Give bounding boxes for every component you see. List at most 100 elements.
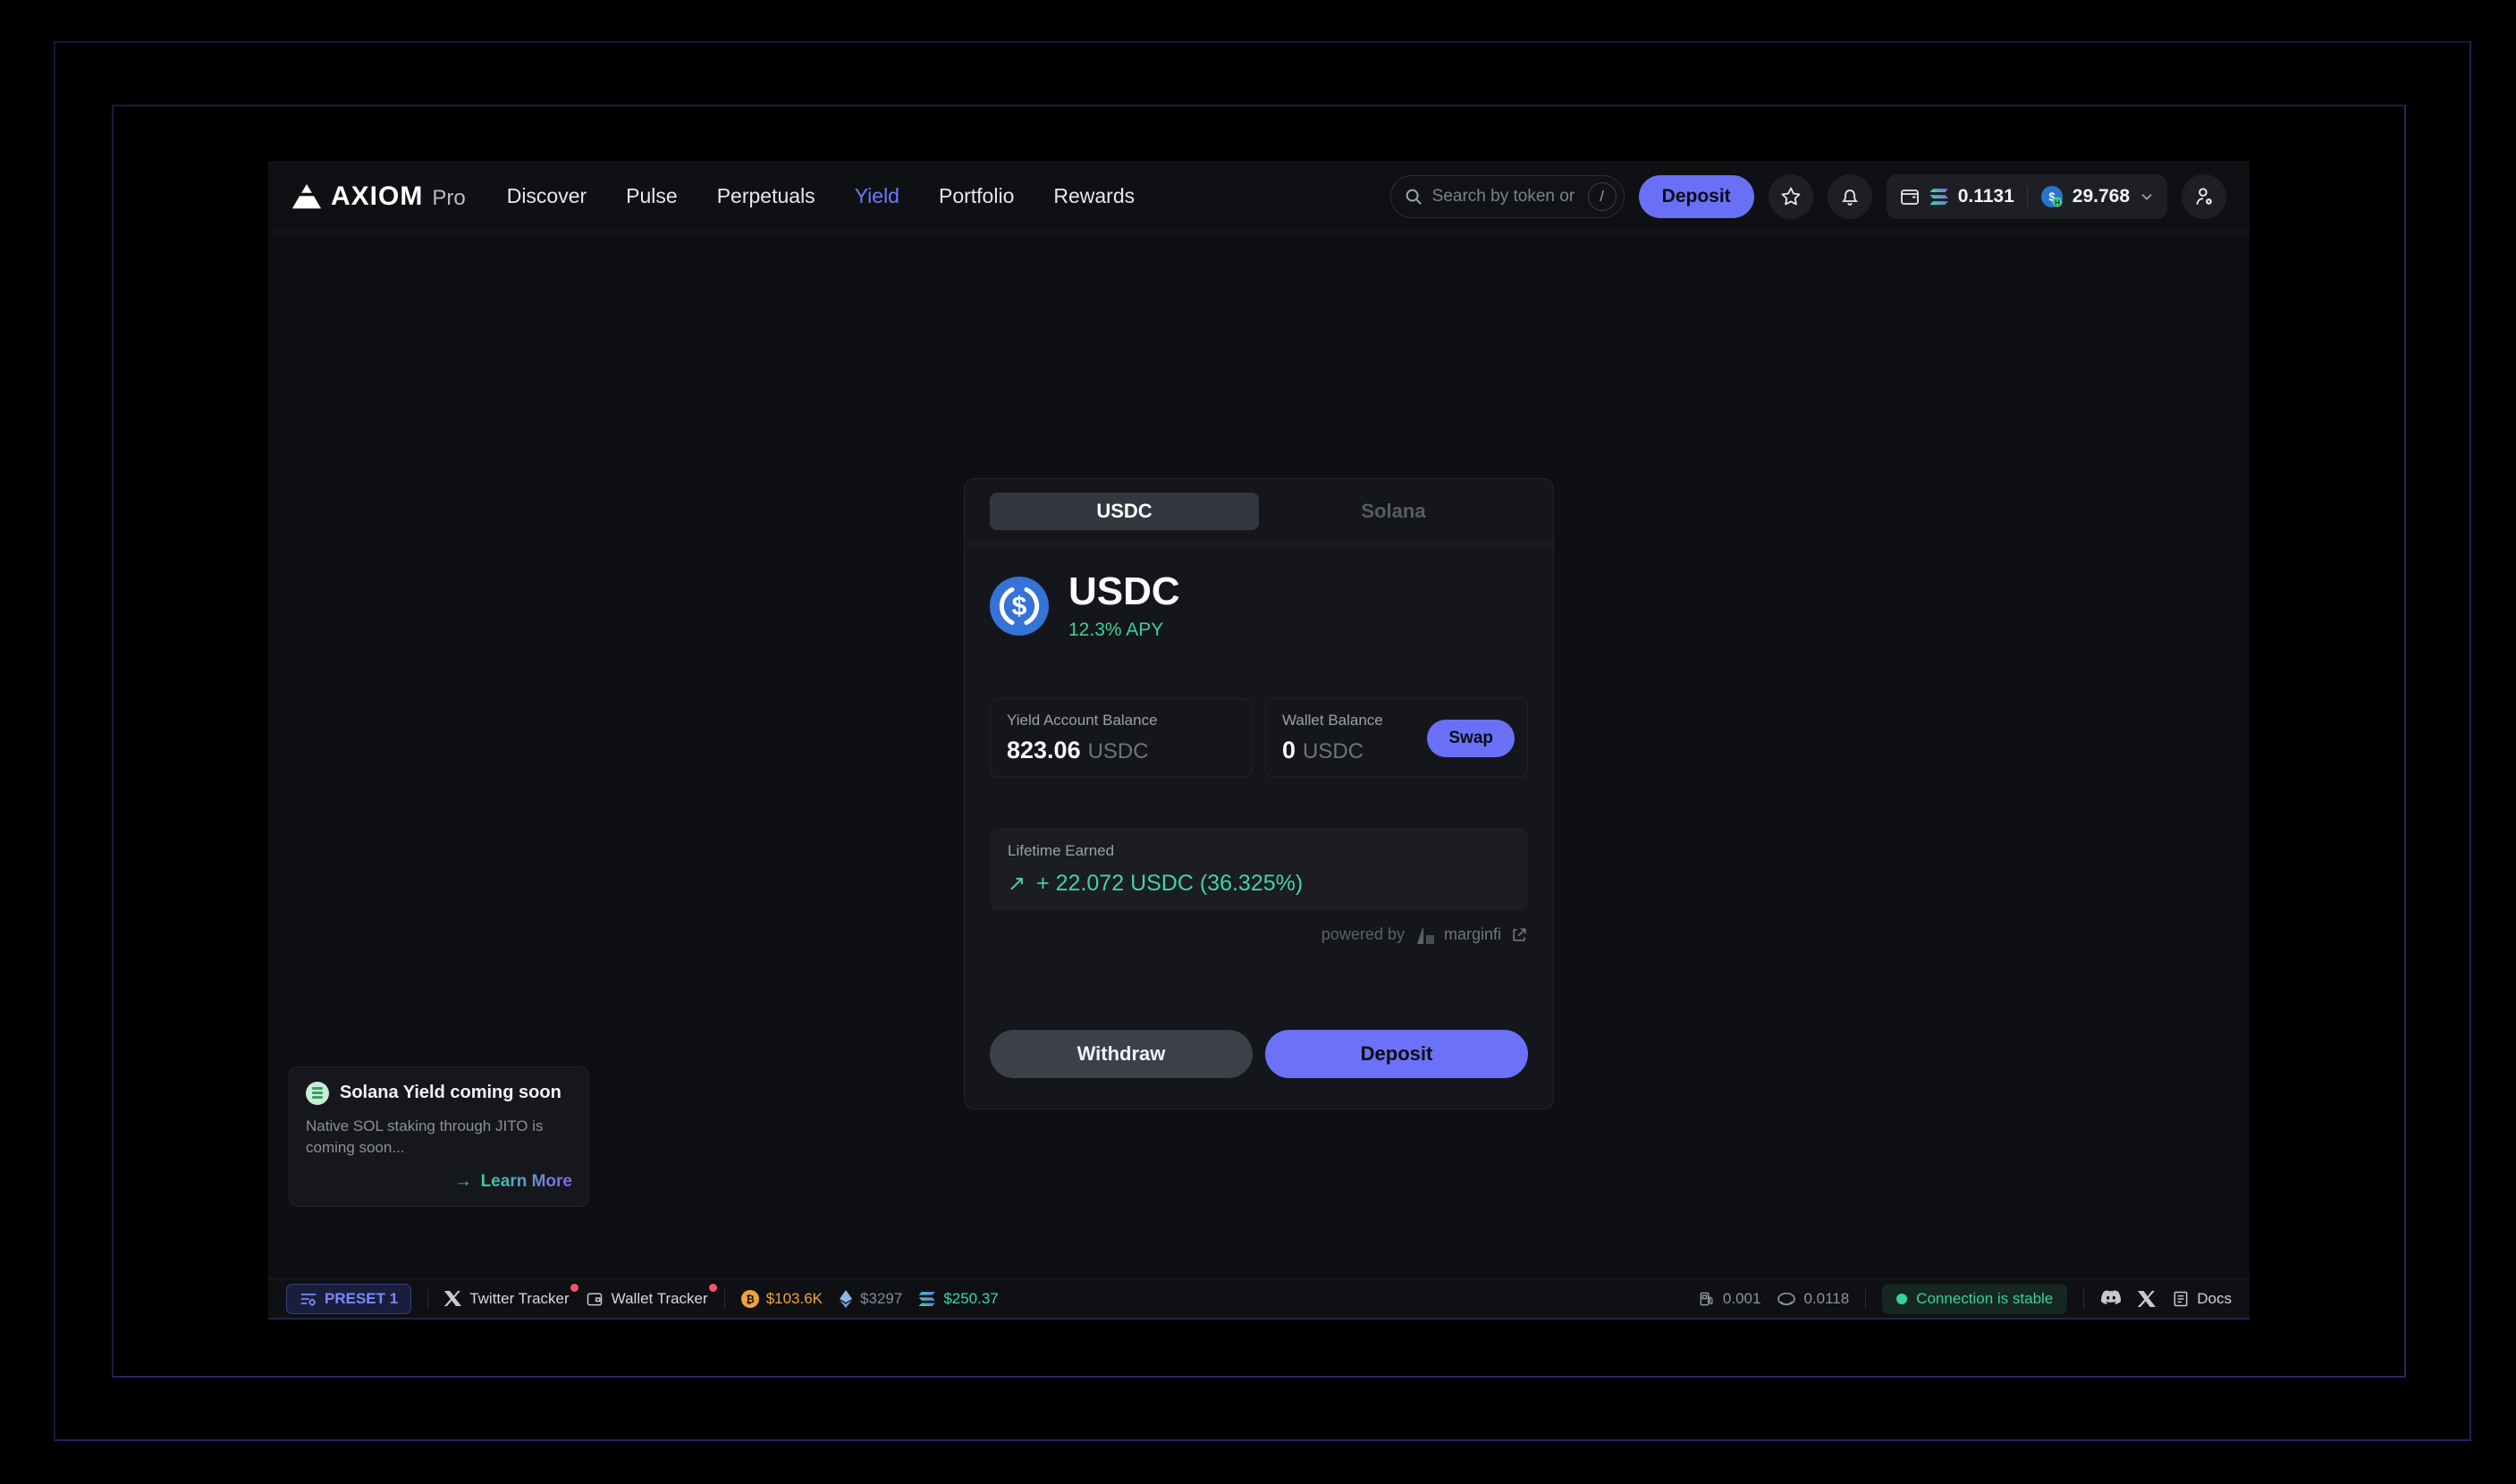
docs-icon	[2174, 1291, 2188, 1306]
divider	[1865, 1288, 1867, 1309]
wallet-icon	[1900, 189, 1919, 205]
chevron-down-icon	[2141, 193, 2152, 200]
nav-item-perpetuals[interactable]: Perpetuals	[717, 184, 815, 208]
docs-label: Docs	[2197, 1289, 2232, 1307]
btc-icon: ₿	[740, 1289, 759, 1308]
discord-icon	[2101, 1290, 2122, 1304]
yield-card: USDC Solana $ USDC 12.3% APY Yield Accou…	[964, 478, 1554, 1110]
divider	[2026, 185, 2028, 207]
powered-by-label: powered by	[1321, 925, 1405, 944]
eth-icon	[840, 1289, 853, 1308]
btc-ticker: ₿ $103.6K	[740, 1289, 823, 1308]
preset-label: PRESET 1	[325, 1289, 399, 1307]
sol-price: $250.37	[943, 1289, 999, 1307]
yield-balance-label: Yield Account Balance	[1007, 712, 1158, 729]
divider	[723, 1288, 725, 1309]
divider	[427, 1288, 429, 1309]
swap-button[interactable]: Swap	[1427, 719, 1515, 757]
gas-pump-icon	[1700, 1292, 1713, 1305]
main-content: USDC Solana $ USDC 12.3% APY Yield Accou…	[268, 232, 2250, 1278]
eth-price: $3297	[860, 1289, 903, 1307]
watchlist-button[interactable]	[1768, 173, 1813, 219]
powered-by-row[interactable]: powered by marginfi	[990, 925, 1528, 944]
learn-more-label: Learn More	[480, 1172, 572, 1191]
wallet-balances-pill[interactable]: 0.1131 $ H 29.768	[1886, 173, 2167, 219]
eth-ticker: $3297	[839, 1289, 903, 1308]
deposit-button-card[interactable]: Deposit	[1265, 1030, 1528, 1079]
axiom-logo-icon	[291, 183, 322, 208]
toast-body: Native SOL staking through JITO is comin…	[306, 1117, 544, 1157]
status-bar: PRESET 1 Twitter Tracker Wallet Tracker	[268, 1278, 2250, 1318]
asset-tabs: USDC Solana	[990, 493, 1528, 530]
btc-price: $103.6K	[765, 1289, 823, 1307]
tab-solana[interactable]: Solana	[1259, 493, 1528, 530]
sol-balance: 0.1131	[1957, 185, 2014, 207]
connection-status: Connection is stable	[1882, 1283, 2068, 1314]
wallet-tracker-label: Wallet Tracker	[611, 1289, 708, 1307]
navbar-right-group: / Deposit	[1389, 173, 2226, 219]
gas-fee: 0.001	[1698, 1289, 1761, 1308]
learn-more-link[interactable]: → Learn More	[306, 1172, 572, 1192]
search-shortcut-badge: /	[1587, 181, 1617, 211]
svg-text:₿: ₿	[746, 1293, 755, 1305]
brand-name: AXIOM	[331, 181, 424, 211]
solana-green-icon	[306, 1081, 329, 1105]
svg-text:$: $	[1012, 592, 1027, 621]
svg-text:H: H	[2055, 198, 2060, 207]
sol-ticker: $250.37	[918, 1289, 999, 1308]
brand[interactable]: AXIOM Pro	[291, 181, 466, 212]
marginfi-logo-icon	[1416, 927, 1434, 944]
preset-filter-icon	[300, 1293, 317, 1306]
brand-suffix: Pro	[432, 185, 466, 210]
usdc-token-icon: $	[990, 577, 1049, 637]
lifetime-earned-tile: Lifetime Earned ↗ + 22.072 USDC (36.325%…	[990, 828, 1528, 912]
wallet-balance-tile: Wallet Balance 0 USDC Swap	[1265, 698, 1528, 779]
divider	[2083, 1288, 2085, 1309]
connection-dot	[1896, 1293, 1908, 1304]
provider-name: marginfi	[1443, 925, 1501, 944]
gas-value: 0.001	[1722, 1289, 1761, 1307]
search-input[interactable]	[1431, 186, 1579, 207]
account-settings-button[interactable]	[2182, 173, 2226, 219]
twitter-tracker-button[interactable]: Twitter Tracker	[444, 1283, 578, 1308]
connection-label: Connection is stable	[1916, 1289, 2054, 1307]
usdc-balance: 29.768	[2072, 185, 2130, 207]
lifetime-earned-label: Lifetime Earned	[1008, 842, 1115, 860]
arrow-right-icon: →	[454, 1172, 472, 1191]
x-twitter-icon	[2138, 1290, 2157, 1307]
user-gear-icon	[2196, 187, 2212, 205]
token-name: USDC	[1068, 569, 1180, 613]
tab-usdc[interactable]: USDC	[990, 493, 1259, 530]
lifetime-earned-value: + 22.072 USDC (36.325%)	[1036, 871, 1304, 897]
notifications-button[interactable]	[1827, 173, 1872, 219]
token-apy: 12.3% APY	[1068, 620, 1164, 641]
yield-account-balance-tile: Yield Account Balance 823.06 USDC	[990, 698, 1253, 779]
docs-button[interactable]: Docs	[2172, 1290, 2232, 1308]
x-social-button[interactable]	[2138, 1290, 2157, 1308]
solana-icon	[1929, 188, 1948, 205]
sol-icon	[918, 1291, 936, 1306]
nav-item-discover[interactable]: Discover	[507, 184, 587, 208]
nav-item-pulse[interactable]: Pulse	[626, 184, 678, 208]
nav-item-rewards[interactable]: Rewards	[1053, 184, 1135, 208]
deposit-button-topbar[interactable]: Deposit	[1638, 174, 1754, 218]
wallet-tracker-icon	[587, 1292, 602, 1305]
yield-card-body: $ USDC 12.3% APY Yield Account Balance 8…	[965, 544, 1553, 1109]
search-bar[interactable]: /	[1389, 174, 1625, 218]
withdraw-button[interactable]: Withdraw	[990, 1030, 1253, 1079]
yield-balance-value: 823.06	[1007, 737, 1081, 764]
preset-selector[interactable]: PRESET 1	[286, 1283, 412, 1314]
x-twitter-icon	[444, 1290, 462, 1307]
nav-item-yield[interactable]: Yield	[855, 184, 899, 208]
up-right-arrow-icon: ↗	[1008, 872, 1026, 897]
yield-balance-unit: USDC	[1087, 739, 1149, 764]
balance-row: Yield Account Balance 823.06 USDC Wallet …	[990, 698, 1528, 779]
priority-fee: 0.0118	[1777, 1290, 1849, 1308]
card-actions: Withdraw Deposit	[990, 1030, 1528, 1079]
wallet-tracker-button[interactable]: Wallet Tracker	[586, 1283, 717, 1308]
external-link-icon	[1513, 928, 1526, 941]
discord-button[interactable]	[2100, 1290, 2122, 1307]
twitter-tracker-label: Twitter Tracker	[469, 1289, 570, 1307]
nav-item-portfolio[interactable]: Portfolio	[939, 184, 1014, 208]
yield-card-header: USDC Solana	[965, 479, 1553, 544]
